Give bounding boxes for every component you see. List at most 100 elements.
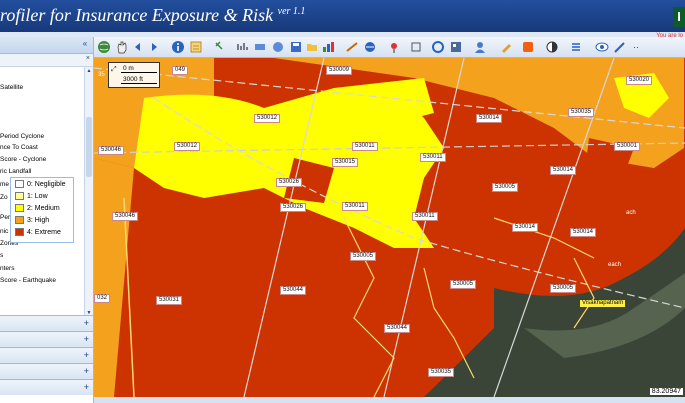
expand-icon[interactable]: + — [84, 319, 89, 328]
layer-item[interactable]: Satellite — [0, 83, 23, 92]
risk-legend: 0: Negligible 1: Low 2: Medium 3: High 4… — [10, 177, 74, 243]
map-side-text: 35 — [98, 72, 105, 78]
postcode-label[interactable]: 530015 — [332, 158, 359, 167]
risk-map[interactable] — [94, 58, 685, 397]
layer-scrollbar[interactable]: ▲ ▼ — [84, 67, 93, 317]
expand-icon[interactable]: + — [84, 335, 89, 344]
layer-panel: « × Satellite Period Cyclone nce To Coas… — [0, 37, 94, 403]
postcode-label[interactable]: 530011 — [342, 202, 368, 211]
postcode-label[interactable]: 530012 — [254, 114, 281, 123]
map-view[interactable]: ⤢ 0 m 3000 ft 049 530009 530020 530012 5… — [94, 58, 685, 397]
layer-item[interactable]: nic — [0, 227, 8, 236]
color-icon[interactable] — [521, 40, 535, 54]
layer-item[interactable]: Score - Earthquake — [0, 276, 56, 285]
table-icon[interactable] — [235, 40, 249, 54]
refresh-icon[interactable] — [431, 40, 445, 54]
layer-item[interactable]: Period Cyclone — [0, 132, 44, 141]
postcode-label[interactable]: 530005 — [550, 284, 577, 293]
scroll-up-icon[interactable]: ▲ — [85, 67, 93, 75]
postcode-label[interactable]: 530044 — [280, 286, 307, 295]
accordion-header[interactable]: + — [0, 347, 93, 363]
layer-item[interactable]: nters — [0, 264, 14, 273]
edit-icon[interactable] — [499, 40, 513, 54]
box-icon[interactable] — [409, 40, 423, 54]
layer-item[interactable]: Zo — [0, 193, 8, 202]
map-scale: ⤢ 0 m 3000 ft — [108, 62, 160, 88]
postcode-label[interactable]: 530009 — [326, 66, 353, 75]
chart-icon[interactable] — [321, 40, 335, 54]
accordion-header[interactable]: + — [0, 331, 93, 347]
collapse-icon[interactable]: « — [80, 39, 90, 49]
expand-arrows-icon[interactable]: ⤢ — [111, 66, 119, 74]
forward-icon[interactable] — [147, 40, 161, 54]
close-icon[interactable]: × — [86, 55, 90, 62]
postcode-label[interactable]: 530011 — [420, 153, 446, 162]
layer-panel-subheader: × — [0, 54, 93, 67]
postcode-label[interactable]: 530001 — [614, 142, 641, 151]
toolbar-overflow[interactable]: ·· — [629, 40, 643, 54]
postcode-label[interactable]: 530035 — [428, 368, 455, 377]
map-icon[interactable] — [449, 40, 463, 54]
select-icon[interactable] — [213, 40, 227, 54]
expand-icon[interactable]: + — [84, 367, 89, 376]
postcode-label[interactable]: 049 — [172, 66, 189, 75]
postcode-label[interactable]: 530011 — [412, 212, 438, 221]
postcode-label[interactable]: 530046 — [98, 146, 125, 155]
accordion-header[interactable]: + — [0, 379, 93, 395]
contrast-icon[interactable] — [545, 40, 559, 54]
postcode-label[interactable]: 530026 — [276, 178, 303, 187]
layer-item[interactable]: ric Landfall — [0, 167, 31, 176]
postcode-label[interactable]: 530026 — [280, 203, 307, 212]
expand-icon[interactable]: + — [84, 383, 89, 392]
scroll-thumb[interactable] — [86, 117, 92, 177]
folder-icon[interactable] — [305, 40, 319, 54]
accordion-header[interactable]: + — [0, 363, 93, 379]
print-icon[interactable] — [363, 40, 377, 54]
postcode-label[interactable]: 530014 — [512, 223, 539, 232]
legend-item: 4: Extreme — [15, 228, 61, 238]
expand-icon[interactable]: + — [84, 351, 89, 360]
scale-meters: 0 m — [123, 65, 134, 72]
person-icon[interactable] — [473, 40, 487, 54]
list-icon[interactable] — [569, 40, 583, 54]
postcode-label[interactable]: 530035 — [568, 108, 595, 117]
postcode-label[interactable]: 530014 — [476, 114, 503, 123]
save-icon[interactable] — [289, 40, 303, 54]
layer-item[interactable]: me — [0, 180, 9, 189]
back-icon[interactable] — [131, 40, 145, 54]
town-label[interactable]: Visakhapatnam — [580, 300, 626, 307]
postcode-label[interactable]: 530014 — [570, 228, 597, 237]
pin-icon[interactable] — [387, 40, 401, 54]
map-toolbar: ·· — [93, 37, 685, 58]
map-side-text: ach — [626, 210, 636, 216]
postcode-label[interactable]: 530005 — [350, 252, 377, 261]
postcode-label[interactable]: 530011 — [352, 142, 378, 151]
pencil-icon[interactable] — [613, 40, 627, 54]
postcode-label[interactable]: 530005 — [450, 280, 477, 289]
postcode-label[interactable]: 530046 — [112, 212, 139, 221]
coordinate-readout: 83.20947 — [649, 388, 683, 395]
globe-icon[interactable] — [97, 40, 111, 54]
layers-icon[interactable] — [253, 40, 267, 54]
accordion-header[interactable]: + — [0, 315, 93, 331]
legend-item: 3: High — [15, 216, 49, 226]
postcode-label[interactable]: 530031 — [156, 296, 183, 305]
pan-hand-icon[interactable] — [115, 40, 129, 54]
postcode-label[interactable]: 530014 — [550, 166, 577, 175]
layer-item[interactable]: Score - Cyclone — [0, 155, 46, 164]
app-title-text: rofiler for Insurance Exposure & Risk — [0, 5, 274, 25]
postcode-label[interactable]: 530020 — [626, 76, 653, 85]
identify-icon[interactable] — [189, 40, 203, 54]
postcode-label[interactable]: 530012 — [174, 142, 201, 151]
layer-item[interactable]: s — [0, 251, 3, 260]
eye-icon[interactable] — [595, 40, 609, 54]
layer-item[interactable]: nce To Coast — [0, 143, 38, 152]
postcode-label[interactable]: 530005 — [492, 183, 519, 192]
postcode-label[interactable]: 032 — [94, 294, 111, 303]
postcode-label[interactable]: 530044 — [384, 324, 411, 333]
measure-icon[interactable] — [345, 40, 359, 54]
app-version: ver 1.1 — [277, 6, 306, 17]
info-icon[interactable] — [171, 40, 185, 54]
legend-swatch — [15, 192, 24, 201]
circle-icon[interactable] — [271, 40, 285, 54]
